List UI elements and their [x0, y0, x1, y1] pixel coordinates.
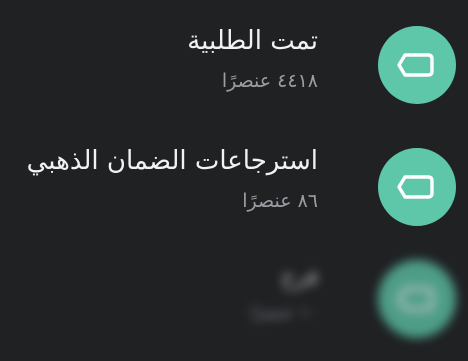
label-tag-icon [397, 287, 434, 311]
label-item[interactable]: تمت الطلبية ٤٤١٨ عنصرًا [0, 12, 468, 122]
label-name: فرح [281, 265, 318, 290]
label-count: ٨٦ عنصرًا [242, 190, 318, 212]
label-name: تمت الطلبية [187, 26, 318, 56]
label-tag-icon [397, 53, 434, 77]
label-text: استرجاعات الضمان الذهبي ٨٦ عنصرًا [0, 144, 318, 214]
label-count: ١٠ عنصرًا [250, 303, 318, 323]
label-tag-icon [397, 175, 434, 199]
label-item[interactable]: فرح ١٠ عنصرًا [0, 248, 468, 358]
label-icon-badge [378, 26, 456, 104]
label-list: تمت الطلبية ٤٤١٨ عنصرًا استرجاعات الضمان… [0, 0, 468, 361]
label-text: تمت الطلبية ٤٤١٨ عنصرًا [0, 24, 318, 94]
label-icon-badge [378, 260, 456, 338]
label-name: استرجاعات الضمان الذهبي [26, 146, 318, 176]
label-count: ٤٤١٨ عنصرًا [221, 70, 318, 92]
label-item[interactable]: استرجاعات الضمان الذهبي ٨٦ عنصرًا [0, 132, 468, 242]
label-text: فرح ١٠ عنصرًا [0, 264, 318, 326]
label-icon-badge [378, 148, 456, 226]
